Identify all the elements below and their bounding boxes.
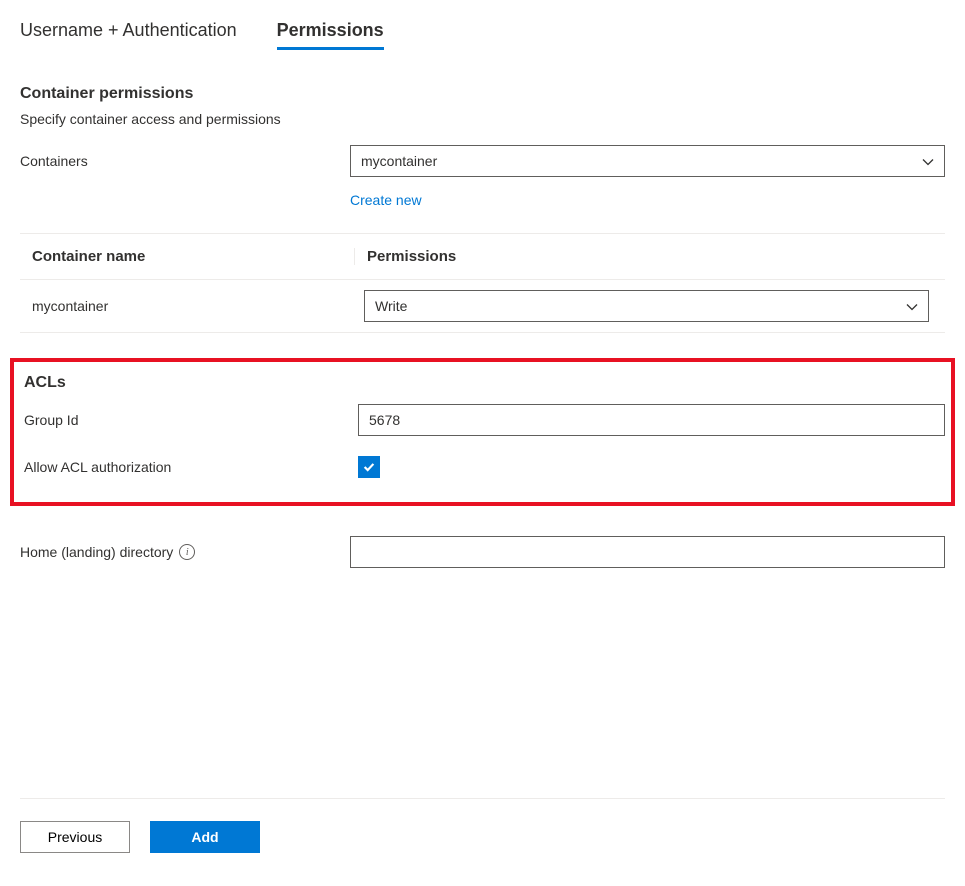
- row-permission-value: Write: [375, 298, 407, 314]
- chevron-down-icon: [922, 154, 934, 169]
- col-permissions: Permissions: [354, 248, 456, 265]
- group-id-label: Group Id: [24, 412, 358, 428]
- container-permissions-section: Container permissions Specify container …: [20, 85, 945, 208]
- previous-button[interactable]: Previous: [20, 821, 130, 853]
- allow-acl-label: Allow ACL authorization: [24, 459, 358, 475]
- allow-acl-checkbox[interactable]: [358, 456, 380, 478]
- create-new-link[interactable]: Create new: [350, 192, 422, 208]
- row-container-name: mycontainer: [32, 298, 364, 314]
- table-header: Container name Permissions: [20, 234, 945, 279]
- tab-permissions[interactable]: Permissions: [277, 20, 384, 50]
- containers-select-value: mycontainer: [361, 153, 437, 169]
- container-perm-subtitle: Specify container access and permissions: [20, 111, 945, 127]
- add-button[interactable]: Add: [150, 821, 260, 853]
- containers-label: Containers: [20, 153, 350, 169]
- home-directory-row: Home (landing) directory i: [20, 536, 945, 568]
- col-container-name: Container name: [32, 248, 354, 265]
- home-directory-label: Home (landing) directory i: [20, 544, 350, 560]
- acls-section: ACLs Group Id Allow ACL authorization: [10, 358, 955, 506]
- footer-actions: Previous Add: [20, 798, 945, 853]
- container-perm-title: Container permissions: [20, 85, 945, 103]
- check-icon: [362, 460, 376, 474]
- containers-select[interactable]: mycontainer: [350, 145, 945, 177]
- home-directory-input[interactable]: [350, 536, 945, 568]
- group-id-input[interactable]: [358, 404, 945, 436]
- tabs: Username + Authentication Permissions: [20, 20, 945, 50]
- row-permission-select[interactable]: Write: [364, 290, 929, 322]
- chevron-down-icon: [906, 299, 918, 314]
- table-row: mycontainer Write: [20, 279, 945, 332]
- acls-title: ACLs: [20, 374, 945, 392]
- tab-username-auth[interactable]: Username + Authentication: [20, 20, 237, 50]
- permissions-table: Container name Permissions mycontainer W…: [20, 233, 945, 333]
- info-icon[interactable]: i: [179, 544, 195, 560]
